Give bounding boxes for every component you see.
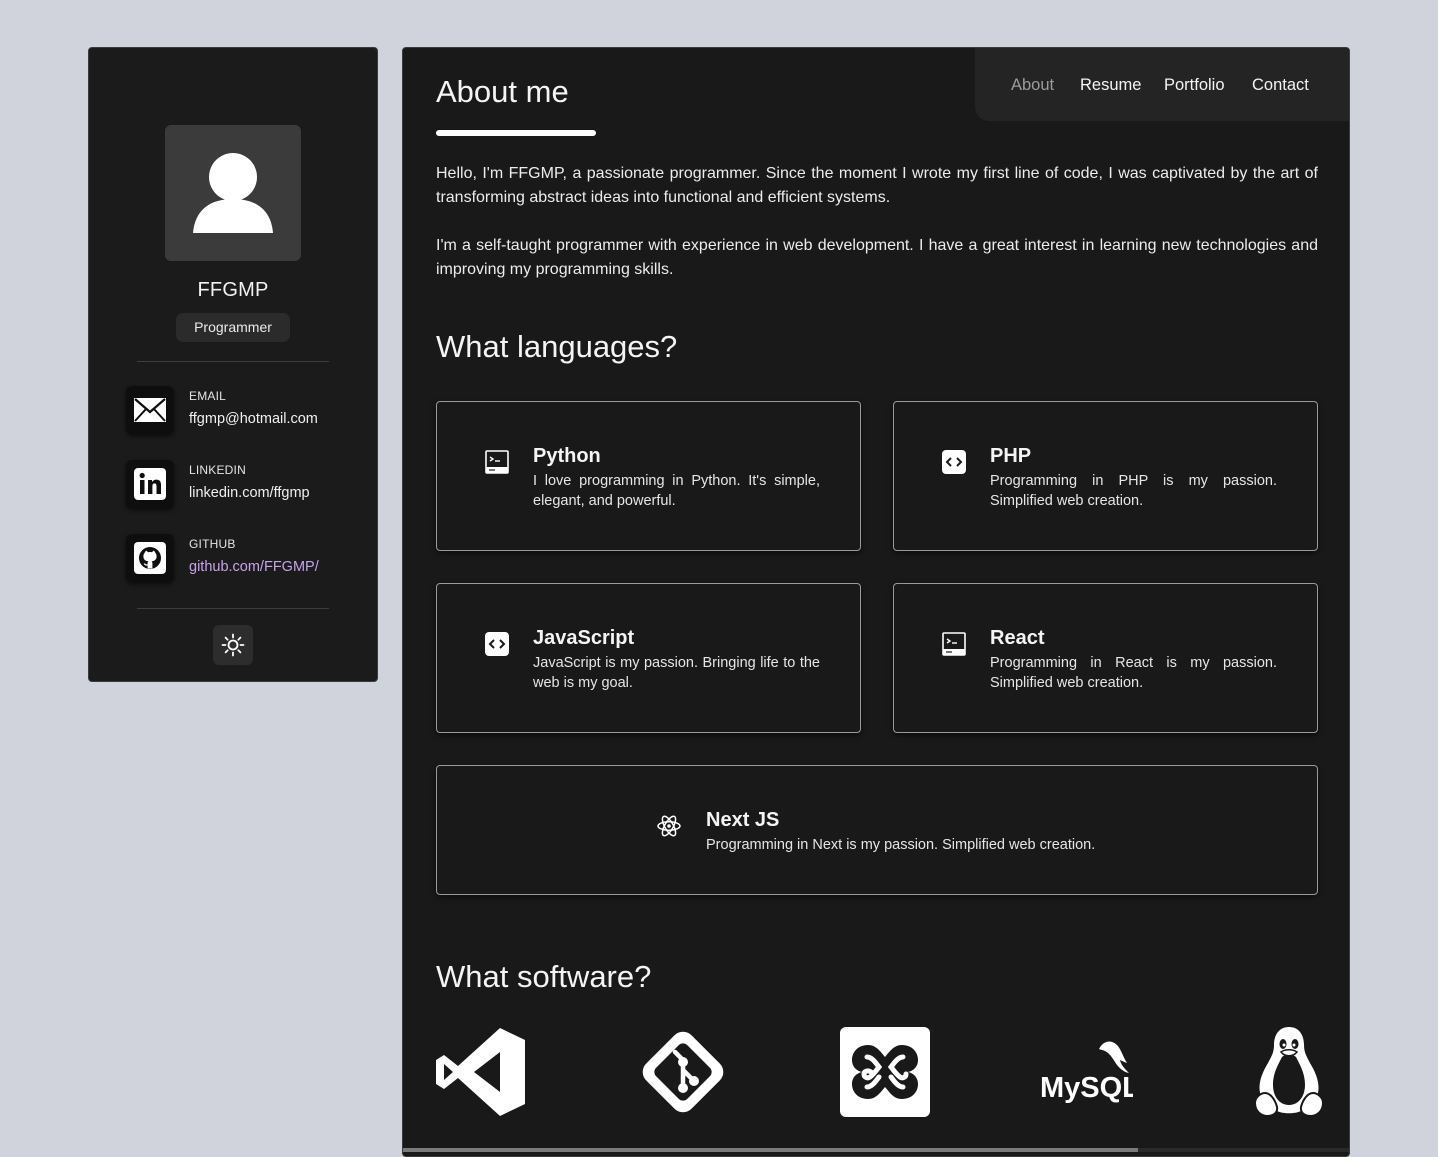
- main-content: About Resume Portfolio Contact About me …: [402, 47, 1350, 1157]
- languages-title: What languages?: [436, 329, 678, 364]
- nav-about[interactable]: About: [1011, 76, 1054, 95]
- software-title: What software?: [436, 959, 652, 994]
- about-paragraph: I'm a self-taught programmer with experi…: [436, 237, 1318, 278]
- github-link[interactable]: github.com/FFGMP/: [189, 559, 319, 575]
- navbar: About Resume Portfolio Contact: [975, 48, 1349, 121]
- mail-icon: [126, 386, 174, 434]
- language-card-react: React Programming in React is my passion…: [893, 583, 1318, 733]
- code-icon: [485, 632, 509, 656]
- language-card-python: Python I love programming in Python. It'…: [436, 401, 861, 551]
- card-description: Programming in PHP is my passion. Simpli…: [990, 473, 1277, 509]
- horizontal-scrollbar[interactable]: [403, 1148, 1349, 1152]
- theme-toggle-button[interactable]: [213, 625, 253, 665]
- card-title: JavaScript: [533, 627, 635, 649]
- nav-portfolio[interactable]: Portfolio: [1164, 76, 1225, 95]
- xampp-icon: [840, 1027, 930, 1117]
- git-icon: [642, 1031, 724, 1113]
- linkedin-link[interactable]: linkedin.com/ffgmp: [189, 485, 310, 501]
- card-description: Programming in Next is my passion. Simpl…: [706, 837, 1096, 853]
- nav-resume[interactable]: Resume: [1080, 76, 1141, 95]
- divider: [137, 361, 329, 362]
- language-card-nextjs: Next JS Programming in Next is my passio…: [436, 765, 1318, 895]
- user-icon: [193, 153, 273, 233]
- contact-label: EMAIL: [189, 389, 227, 403]
- about-paragraph: Hello, I'm FFGMP, a passionate programme…: [436, 165, 1318, 206]
- code-icon: [942, 450, 966, 474]
- contact-linkedin: LINKEDIN linkedin.com/ffgmp: [126, 460, 366, 508]
- card-description: I love programming in Python. It's simpl…: [533, 473, 820, 509]
- scrollbar-thumb[interactable]: [403, 1148, 1138, 1152]
- mysql-wordmark: MySQL: [1040, 1072, 1133, 1104]
- nav-contact[interactable]: Contact: [1252, 76, 1309, 95]
- role-badge: Programmer: [176, 313, 290, 342]
- divider: [137, 608, 329, 609]
- card-description: Programming in React is my passion. Simp…: [990, 655, 1277, 691]
- card-description: JavaScript is my passion. Bringing life …: [533, 655, 820, 691]
- contact-github: GITHUB github.com/FFGMP/: [126, 534, 366, 582]
- terminal-icon: [485, 450, 509, 474]
- page-title: About me: [436, 74, 569, 109]
- language-card-php: PHP Programming in PHP is my passion. Si…: [893, 401, 1318, 551]
- linkedin-icon: [126, 460, 174, 508]
- vscode-icon: [436, 1028, 525, 1116]
- contact-label: GITHUB: [189, 537, 236, 551]
- card-title: PHP: [990, 445, 1032, 467]
- atom-icon: [657, 815, 681, 837]
- github-icon: [126, 534, 174, 582]
- card-title: Python: [533, 445, 601, 467]
- contact-email: EMAIL ffgmp@hotmail.com: [126, 386, 366, 434]
- linux-icon: [1253, 1027, 1325, 1117]
- email-link[interactable]: ffgmp@hotmail.com: [189, 411, 318, 427]
- avatar: [165, 125, 301, 261]
- card-title: React: [990, 627, 1045, 649]
- language-card-javascript: JavaScript JavaScript is my passion. Bri…: [436, 583, 861, 733]
- card-title: Next JS: [706, 809, 780, 831]
- contact-label: LINKEDIN: [189, 463, 246, 477]
- sun-icon: [221, 633, 245, 657]
- terminal-icon: [942, 632, 966, 656]
- profile-sidebar: FFGMP Programmer EMAIL ffgmp@hotmail.com…: [88, 47, 378, 682]
- title-underline: [436, 130, 596, 136]
- mysql-icon: MySQL: [1040, 1041, 1133, 1104]
- profile-name: FFGMP: [197, 279, 269, 301]
